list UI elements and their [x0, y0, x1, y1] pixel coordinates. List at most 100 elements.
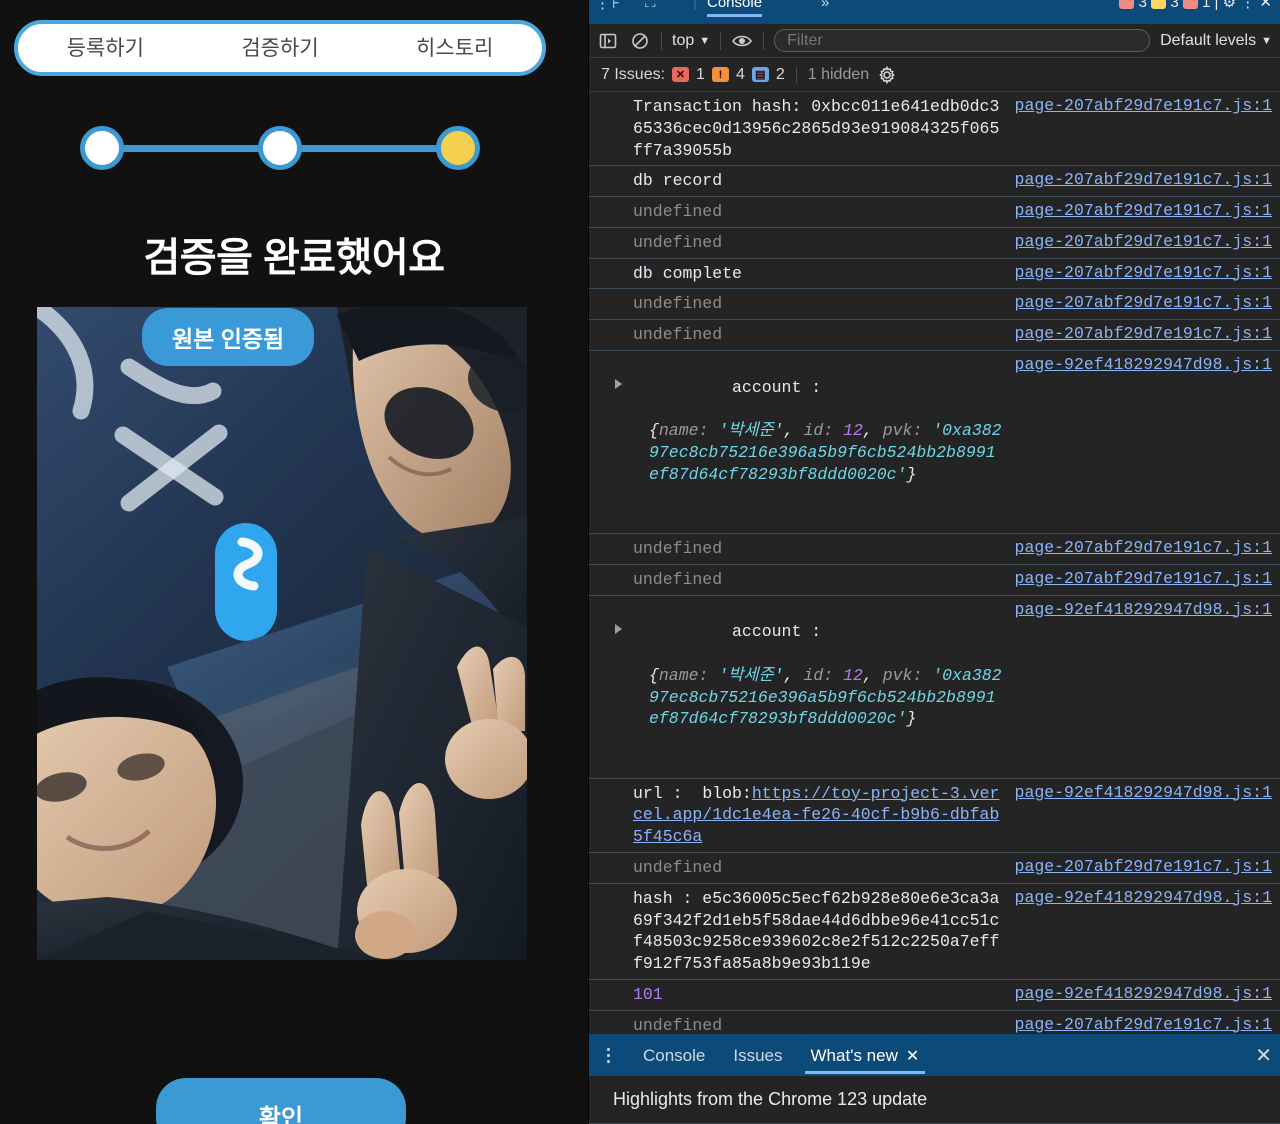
expand-arrow-icon[interactable]: [615, 623, 622, 634]
log-source-link[interactable]: page-207abf29d7e191c7.js:1: [1015, 232, 1272, 251]
log-row[interactable]: undefined page-207abf29d7e191c7.js:1: [589, 320, 1280, 351]
tab-history[interactable]: 히스토리: [367, 38, 542, 59]
log-label: account :: [732, 622, 822, 642]
log-row[interactable]: undefined page-207abf29d7e191c7.js:1: [589, 853, 1280, 884]
log-row[interactable]: undefined page-207abf29d7e191c7.js:1: [589, 565, 1280, 596]
error-icon: [1119, 0, 1135, 9]
object-id: 12: [843, 421, 863, 441]
chevron-down-icon: ▼: [699, 34, 711, 47]
more-options-icon[interactable]: ⋮: [1240, 0, 1255, 11]
close-devtools-icon[interactable]: ✕: [1259, 0, 1272, 11]
blob-url-link[interactable]: https://toy-project-3.vercel.app/1dc1e4e…: [633, 784, 999, 847]
log-message: undefined: [633, 539, 723, 559]
log-source-link[interactable]: page-207abf29d7e191c7.js:1: [1015, 324, 1272, 343]
log-source-link[interactable]: page-207abf29d7e191c7.js:1: [1015, 263, 1272, 282]
dock-icon[interactable]: ⋮⊦: [595, 0, 622, 12]
toolbar-divider-2: [720, 31, 722, 50]
log-message: undefined: [633, 1015, 723, 1034]
object-name: 박세준: [728, 665, 774, 685]
app-tabbar: 등록하기 검증하기 히스토리: [14, 20, 546, 76]
log-source-link[interactable]: page-207abf29d7e191c7.js:1: [1015, 170, 1272, 189]
more-tabs-icon[interactable]: »: [821, 0, 829, 11]
close-drawer-icon[interactable]: ✕: [1255, 1043, 1272, 1068]
log-source-link[interactable]: page-92ef418292947d98.js:1: [1015, 783, 1272, 802]
settings-gear-icon[interactable]: ⚙: [1223, 0, 1236, 11]
log-message: Transaction hash: 0xbcc011e641edb0dc3653…: [633, 97, 1000, 160]
log-source-link[interactable]: page-92ef418292947d98.js:1: [1015, 355, 1272, 374]
log-row[interactable]: db record page-207abf29d7e191c7.js:1: [589, 166, 1280, 198]
drawer-tab-whats-new[interactable]: What's new ✕: [799, 1036, 932, 1074]
log-row[interactable]: undefined page-207abf29d7e191c7.js:1: [589, 197, 1280, 228]
confirm-button[interactable]: 확인: [156, 1078, 406, 1124]
tab-register[interactable]: 등록하기: [18, 38, 193, 59]
log-row-object[interactable]: account : {name: '박세준', id: 12, pvk: '0x…: [589, 351, 1280, 535]
object-preview: {name: '박세준', id: 12, pvk: '0xa38297ec8c…: [649, 665, 1002, 729]
console-toolbar: top ▼ Default levels ▼: [589, 24, 1280, 58]
drawer-tab-console[interactable]: Console: [631, 1036, 717, 1074]
gear-icon[interactable]: [876, 64, 898, 86]
log-source-link[interactable]: page-207abf29d7e191c7.js:1: [1015, 569, 1272, 588]
drawer-content: Highlights from the Chrome 123 update: [589, 1076, 1280, 1124]
object-preview: {name: '박세준', id: 12, pvk: '0xa38297ec8c…: [649, 421, 1002, 484]
expand-arrow-icon[interactable]: [615, 378, 622, 389]
log-source-link[interactable]: page-207abf29d7e191c7.js:1: [1015, 96, 1272, 115]
log-source-link[interactable]: page-92ef418292947d98.js:1: [1015, 984, 1272, 1003]
log-levels-selector[interactable]: Default levels ▼: [1160, 32, 1272, 50]
verified-photo: [37, 307, 527, 960]
log-row[interactable]: undefined page-207abf29d7e191c7.js:1: [589, 1011, 1280, 1034]
log-source-link[interactable]: page-92ef418292947d98.js:1: [1015, 600, 1272, 619]
log-row[interactable]: undefined page-207abf29d7e191c7.js:1: [589, 228, 1280, 259]
object-name: 박세준: [728, 421, 774, 441]
log-source-link[interactable]: page-207abf29d7e191c7.js:1: [1015, 293, 1272, 312]
log-row-object[interactable]: account : {name: '박세준', id: 12, pvk: '0x…: [589, 596, 1280, 779]
log-message: 101: [633, 984, 663, 1004]
issues-hidden-count: 1 hidden: [807, 65, 870, 83]
log-row[interactable]: hash : e5c36005c5ecf62b928e80e6e3ca3a69f…: [589, 884, 1280, 980]
filter-input[interactable]: [774, 29, 1151, 52]
progress-stepper: [80, 124, 480, 172]
log-source-link[interactable]: page-92ef418292947d98.js:1: [1015, 888, 1272, 907]
status-badge: 원본 인증됨: [142, 308, 315, 366]
log-row[interactable]: undefined page-207abf29d7e191c7.js:1: [589, 534, 1280, 565]
toolbar-divider-3: [763, 31, 765, 50]
screen: 등록하기 검증하기 히스토리 검증을 완료했어요 원본 인증됨 확인 ⋮⊦ ⛶ …: [0, 0, 1280, 1124]
log-source-link[interactable]: page-207abf29d7e191c7.js:1: [1015, 857, 1272, 876]
step-dot-3-active[interactable]: [436, 126, 480, 170]
drawer-tab-issues[interactable]: Issues: [721, 1036, 794, 1074]
error-summary[interactable]: 3 3 1 | ⚙ ⋮ ✕: [1119, 0, 1272, 11]
inspect-icon[interactable]: ⛶: [645, 0, 656, 11]
execution-context-selector[interactable]: top ▼: [672, 32, 710, 50]
log-label: account :: [732, 377, 822, 397]
tab-console[interactable]: Console: [707, 0, 763, 17]
topstrip-divider: |: [1214, 0, 1223, 11]
devtools-drawer: Console Issues What's new ✕ ✕ Highlights …: [589, 1034, 1280, 1124]
console-log[interactable]: Transaction hash: 0xbcc011e641edb0dc3653…: [589, 92, 1280, 1034]
log-row-url[interactable]: url : blob:https://toy-project-3.vercel.…: [589, 779, 1280, 853]
tab-verify[interactable]: 검증하기: [193, 38, 368, 59]
whats-new-heading: Highlights from the Chrome 123 update: [613, 1089, 928, 1109]
live-expression-icon[interactable]: [731, 30, 753, 52]
close-tab-icon[interactable]: ✕: [906, 1048, 919, 1065]
log-message: url : blob:https://toy-project-3.vercel.…: [633, 783, 1003, 848]
log-message: account : {name: '박세준', id: 12, pvk: '0x…: [633, 355, 1003, 529]
log-message: undefined: [633, 325, 723, 345]
log-source-link[interactable]: page-207abf29d7e191c7.js:1: [1015, 1015, 1272, 1034]
step-dot-1[interactable]: [80, 126, 124, 170]
issue-warning-icon: !: [711, 67, 729, 82]
log-source-link[interactable]: page-207abf29d7e191c7.js:1: [1015, 201, 1272, 220]
drawer-more-icon[interactable]: [599, 1047, 617, 1063]
issues-bar[interactable]: 7 Issues: ✕ 1 ! 4 ▤ 2 1 hidden: [589, 58, 1280, 92]
sidebar-toggle-icon[interactable]: [597, 30, 619, 52]
log-row[interactable]: 101 page-92ef418292947d98.js:1: [589, 980, 1280, 1011]
log-source-link[interactable]: page-207abf29d7e191c7.js:1: [1015, 538, 1272, 557]
drawer-tab-label: What's new: [810, 1046, 898, 1065]
error-count: 3: [1138, 0, 1147, 11]
log-message: account : {name: '박세준', id: 12, pvk: '0x…: [633, 600, 1003, 774]
warning-icon: [1151, 0, 1167, 9]
log-row[interactable]: Transaction hash: 0xbcc011e641edb0dc3653…: [589, 92, 1280, 167]
clear-console-icon[interactable]: [629, 30, 651, 52]
log-row[interactable]: undefined page-207abf29d7e191c7.js:1: [589, 289, 1280, 321]
log-message: undefined: [633, 294, 723, 314]
step-dot-2[interactable]: [258, 126, 302, 170]
log-row[interactable]: db complete page-207abf29d7e191c7.js:1: [589, 259, 1280, 290]
